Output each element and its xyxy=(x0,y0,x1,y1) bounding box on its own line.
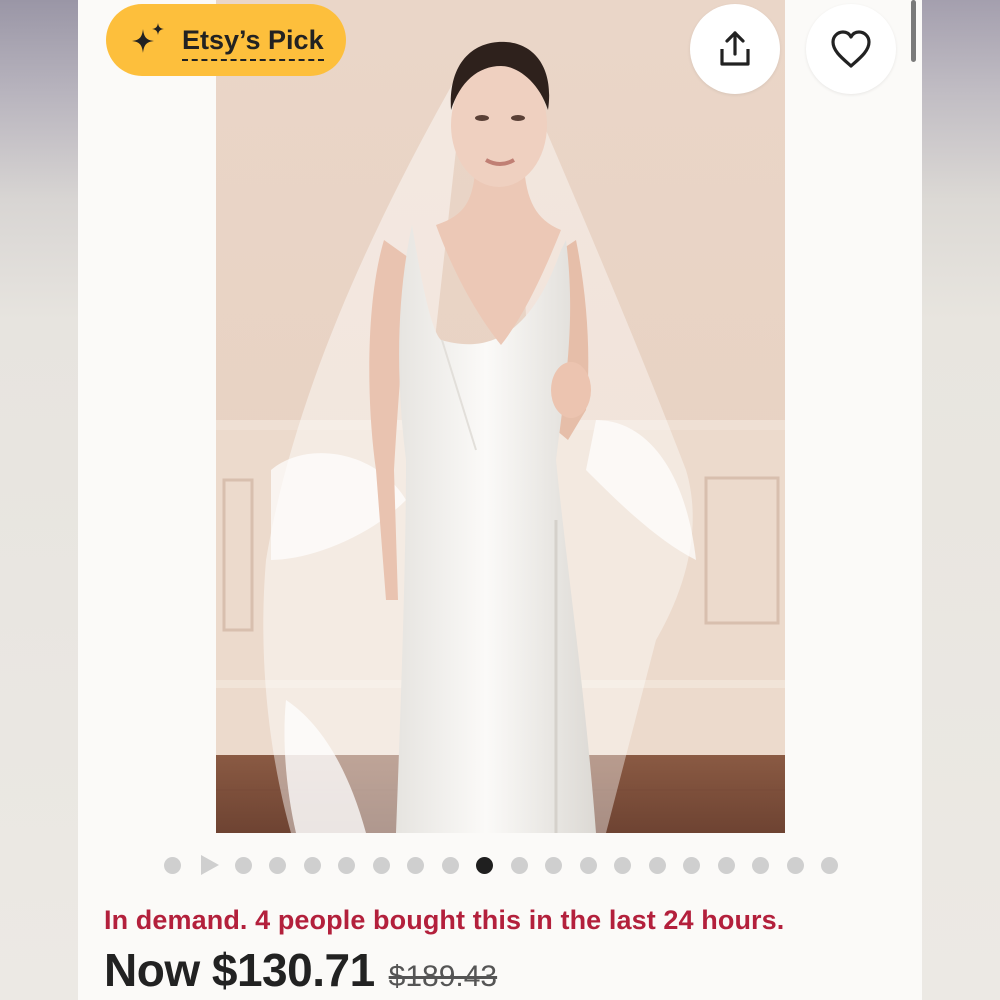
carousel-dot-active[interactable] xyxy=(476,856,493,874)
scrollbar[interactable] xyxy=(911,0,916,62)
listing-photo[interactable] xyxy=(216,0,785,833)
carousel-video-indicator[interactable] xyxy=(200,855,219,875)
carousel-dot[interactable] xyxy=(717,856,735,874)
sparkle-icon xyxy=(132,23,164,53)
carousel-dot[interactable] xyxy=(510,856,528,874)
carousel-dot[interactable] xyxy=(579,856,597,874)
carousel-dot[interactable] xyxy=(234,856,252,874)
heart-icon xyxy=(831,30,871,68)
carousel-dot[interactable] xyxy=(269,856,286,874)
background-blur-right xyxy=(922,0,1000,1000)
favorite-button[interactable] xyxy=(806,4,896,94)
carousel-dot[interactable] xyxy=(303,856,321,874)
carousel-dot[interactable] xyxy=(441,856,459,874)
carousel-dot[interactable] xyxy=(683,856,700,874)
background-blur-left xyxy=(0,0,78,1000)
carousel-dot[interactable] xyxy=(407,856,424,874)
share-button[interactable] xyxy=(690,4,780,94)
carousel-dot[interactable] xyxy=(338,856,355,874)
carousel-dot[interactable] xyxy=(752,856,769,874)
carousel-dot[interactable] xyxy=(786,856,804,874)
carousel-dot[interactable] xyxy=(821,856,838,874)
share-icon xyxy=(720,31,750,66)
badge-label: Etsy’s Pick xyxy=(182,25,324,61)
carousel-dot[interactable] xyxy=(614,856,631,874)
carousel-dot[interactable] xyxy=(545,856,562,874)
price-row: Now $130.71 $189.43 xyxy=(104,943,497,997)
carousel-dot[interactable] xyxy=(648,856,666,874)
carousel-dot[interactable] xyxy=(372,856,390,874)
carousel-indicators xyxy=(164,855,856,875)
carousel-dot[interactable] xyxy=(164,856,181,874)
sale-price: Now $130.71 xyxy=(104,944,375,996)
demand-notice: In demand. 4 people bought this in the l… xyxy=(104,905,785,935)
original-price: $189.43 xyxy=(388,960,498,993)
listing-screen: Etsy’s Pick In demand. 4 people bought t… xyxy=(78,0,922,1000)
etsys-pick-badge[interactable]: Etsy’s Pick xyxy=(106,4,346,76)
photo-illustration xyxy=(216,0,785,833)
